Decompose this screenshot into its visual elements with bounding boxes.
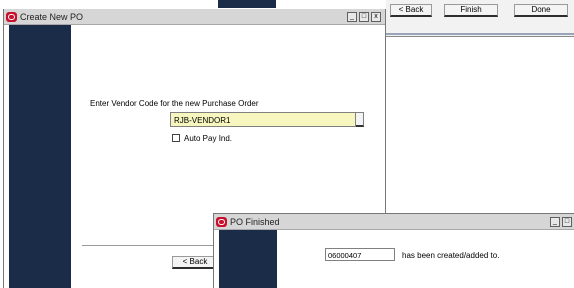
create-po-titlebar: Create New PO _ □ x bbox=[4, 9, 385, 25]
maximize-icon[interactable]: □ bbox=[359, 12, 369, 22]
minimize-icon[interactable]: _ bbox=[550, 217, 560, 227]
wizard-toolbar-rule bbox=[386, 33, 574, 35]
maximize-icon[interactable]: □ bbox=[562, 217, 572, 227]
wizard-finish-button[interactable]: Finish bbox=[444, 4, 498, 17]
wizard-done-button[interactable]: Done bbox=[514, 4, 568, 17]
po-finished-title: PO Finished bbox=[230, 217, 280, 227]
vendor-code-prompt: Enter Vendor Code for the new Purchase O… bbox=[90, 99, 259, 108]
vendor-code-input[interactable]: RJB-VENDOR1 bbox=[170, 112, 356, 127]
wizard-back-button[interactable]: < Back bbox=[390, 4, 432, 17]
close-icon[interactable]: x bbox=[371, 12, 381, 22]
oracle-logo-icon bbox=[6, 12, 17, 22]
po-created-message: has been created/added to. bbox=[402, 251, 500, 260]
auto-pay-checkbox[interactable] bbox=[172, 134, 180, 142]
oracle-logo-icon bbox=[216, 217, 227, 227]
auto-pay-label: Auto Pay Ind. bbox=[184, 134, 233, 143]
create-po-title: Create New PO bbox=[20, 12, 84, 22]
button-bar-divider bbox=[82, 245, 218, 247]
minimize-icon[interactable]: _ bbox=[347, 12, 357, 22]
create-po-navy-panel bbox=[9, 25, 71, 288]
wizard-navy-panel bbox=[218, 0, 276, 8]
po-number-field[interactable]: 06000407 bbox=[325, 248, 395, 261]
po-finished-navy-panel bbox=[219, 230, 277, 288]
po-finished-titlebar: PO Finished _ □ bbox=[214, 214, 574, 230]
create-po-back-button[interactable]: < Back bbox=[172, 256, 218, 269]
vendor-lov-button[interactable] bbox=[356, 112, 364, 127]
